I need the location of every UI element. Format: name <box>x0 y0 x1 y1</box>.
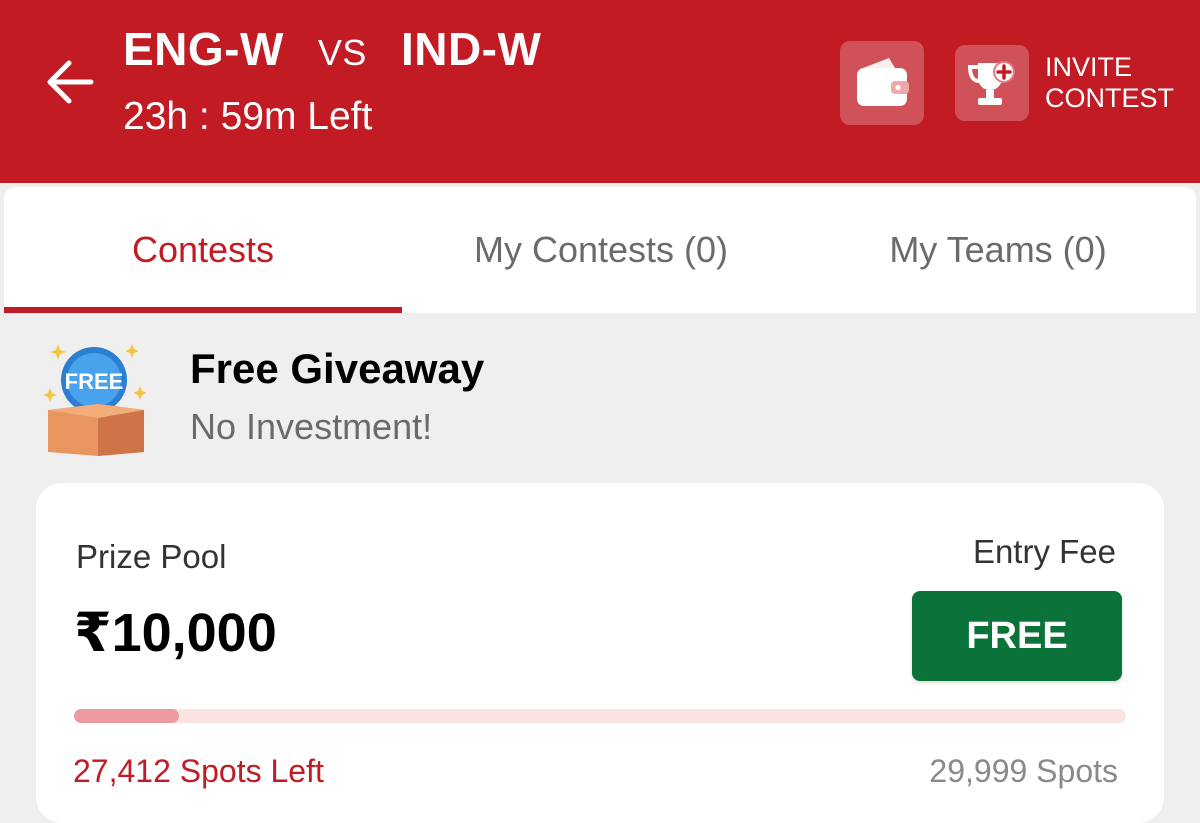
trophy-plus-icon <box>967 61 1015 105</box>
tab-contests[interactable]: Contests <box>4 187 402 313</box>
tab-bar: Contests My Contests (0) My Teams (0) <box>4 187 1196 313</box>
spots-progress-fill <box>74 709 180 723</box>
prize-pool-value: ₹10,000 <box>74 603 277 663</box>
back-button[interactable] <box>40 52 100 112</box>
wallet-button[interactable] <box>840 41 924 125</box>
free-gift-box-icon: FREE <box>44 344 147 456</box>
giveaway-title: Free Giveaway <box>190 345 485 392</box>
match-header: ENG-W VS IND-W 23h : 59m Left INVITE CON… <box>0 0 1200 183</box>
giveaway-subtitle: No Investment! <box>190 406 433 447</box>
spots-total-text: 29,999 Spots <box>929 753 1118 789</box>
invite-icon-tile <box>955 45 1029 121</box>
invite-contest-label: INVITE CONTEST <box>1045 52 1175 113</box>
svg-text:FREE: FREE <box>65 369 124 394</box>
contest-card[interactable]: Prize Pool ₹10,000 Entry Fee FREE 27,412… <box>36 483 1164 823</box>
team2-name: IND-W <box>400 23 542 75</box>
wallet-icon <box>857 58 909 106</box>
entry-fee-button[interactable]: FREE <box>912 591 1122 681</box>
vs-label: VS <box>317 32 367 73</box>
entry-fee-label: Entry Fee <box>972 533 1116 570</box>
match-title: ENG-W VS IND-W <box>123 22 541 76</box>
spots-progress-bar <box>74 709 1126 723</box>
active-tab-indicator <box>4 307 402 313</box>
tab-my-contests[interactable]: My Contests (0) <box>402 187 800 313</box>
team1-name: ENG-W <box>123 23 284 75</box>
invite-contest-button[interactable]: INVITE CONTEST <box>955 45 1174 121</box>
time-left-countdown: 23h : 59m Left <box>123 95 373 138</box>
back-arrow-icon <box>47 60 94 104</box>
tab-my-teams[interactable]: My Teams (0) <box>800 187 1196 313</box>
spots-left-text: 27,412 Spots Left <box>73 753 324 789</box>
prize-pool-label: Prize Pool <box>76 538 227 575</box>
